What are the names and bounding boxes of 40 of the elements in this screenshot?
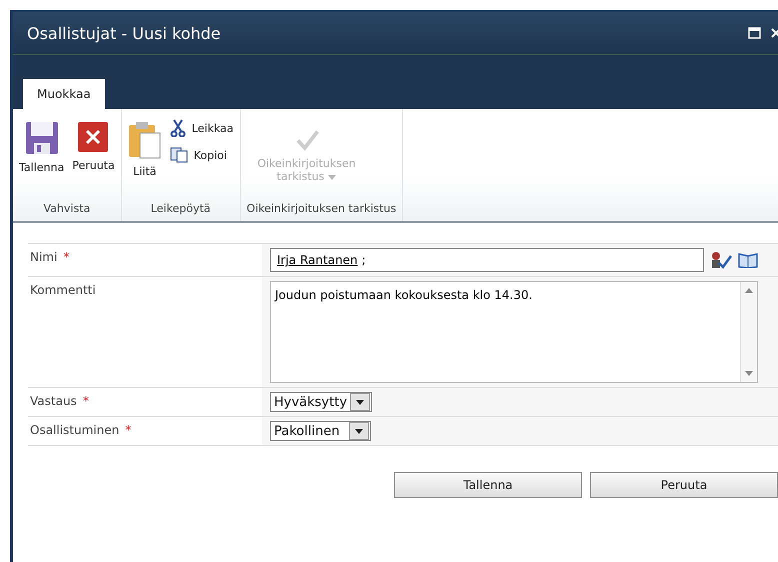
check-names-icon[interactable] [710, 251, 732, 269]
scissors-icon [170, 119, 186, 137]
paste-button[interactable]: Liitä [126, 117, 164, 187]
required-mark: * [82, 394, 89, 408]
cancel-x-icon [77, 121, 110, 153]
field-label: Nimi [30, 250, 58, 264]
save-button[interactable]: Tallenna [17, 117, 66, 187]
close-icon[interactable] [771, 28, 778, 38]
window-title: Osallistujat - Uusi kohde [27, 24, 222, 42]
resolved-person-name[interactable]: Irja Rantanen [277, 253, 358, 267]
ribbon-tab[interactable]: Muokkaa [23, 79, 105, 109]
ribbon-group-label: Oikeinkirjoituksen tarkistus [246, 201, 398, 217]
maximize-icon[interactable] [748, 27, 761, 39]
caret-icon [328, 175, 336, 180]
dropdown-arrow-icon [355, 428, 363, 434]
scroll-up-arrow-icon[interactable] [745, 288, 753, 293]
scrollbar[interactable] [740, 282, 757, 382]
cancel-button[interactable]: Peruuta [70, 117, 117, 187]
cancel-button[interactable]: Peruuta [590, 472, 778, 498]
clipboard-icon [128, 121, 162, 159]
field-label: Vastaus [30, 394, 77, 408]
ribbon-group-label: Leikepöytä [150, 201, 212, 217]
address-book-icon[interactable] [738, 252, 758, 268]
scroll-down-arrow-icon[interactable] [745, 371, 753, 376]
comment-text: Joudun poistumaan kokouksesta klo 14.30. [273, 287, 534, 304]
required-mark: * [125, 423, 132, 437]
separator-text: ; [362, 253, 366, 267]
comment-text-area[interactable]: Joudun poistumaan kokouksesta klo 14.30. [270, 281, 758, 383]
field-label: Osallistuminen [30, 423, 120, 437]
people-picker-field[interactable]: Irja Rantanen ; [270, 248, 704, 272]
required-mark: * [63, 250, 70, 264]
copy-button[interactable]: Kopioi [168, 147, 236, 163]
save-button[interactable]: Tallenna [394, 472, 582, 498]
field-label: Kommentti [30, 283, 96, 297]
dropdown-arrow-icon [356, 400, 364, 404]
ribbon-group-label: Vahvista [42, 201, 92, 217]
cut-button[interactable]: Leikkaa [168, 119, 236, 137]
dropdown-select[interactable]: Pakollinen [270, 421, 371, 441]
copy-pages-icon [170, 147, 188, 163]
dropdown-select[interactable]: Hyväksytty [270, 392, 372, 412]
